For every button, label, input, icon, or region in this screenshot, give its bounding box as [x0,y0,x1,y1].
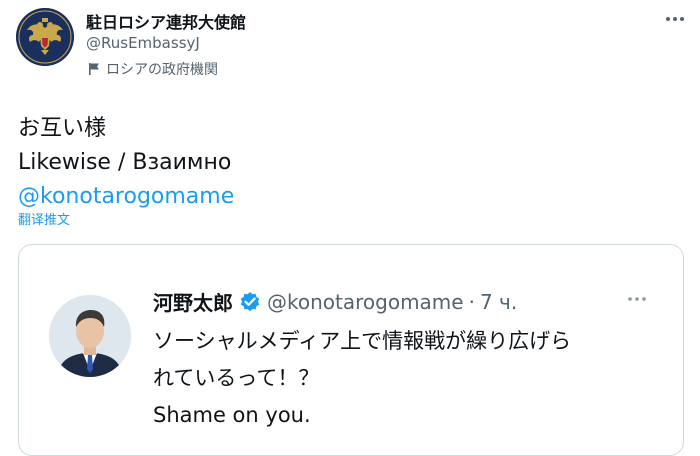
author-handle[interactable]: @RusEmbassyJ [86,34,200,52]
quoted-text-line: れているって！？ [153,366,320,390]
more-horizontal-icon [628,297,646,301]
quoted-author-handle[interactable]: @konotarogomame [267,290,464,314]
quoted-author-name[interactable]: 河野太郎 [153,287,233,316]
quoted-text-line: ソーシャルメディア上で情報戦が繰り広げら [153,329,572,353]
tweet-text: お互い様 Likewise / Взаимно @konotarogomame [18,112,234,214]
government-label: ロシアの政府機関 [88,59,218,79]
translate-tweet-link[interactable]: 翻译推文 [18,209,70,228]
more-options-button[interactable] [660,6,690,32]
mention-link[interactable]: @konotarogomame [18,184,234,209]
quoted-tweet-text: ソーシャルメディア上で情報戦が繰り広げら れているって！？ Shame on y… [153,323,571,434]
double-headed-eagle-emblem-icon [16,8,74,66]
quoted-tweet-time[interactable]: 7 ч. [480,290,517,314]
tweet-text-line: お互い様 [18,116,107,141]
tweet-text-line: Likewise / Взаимно [18,150,232,175]
quoted-text-line: Shame on you. [153,403,311,427]
verified-badge-icon [239,291,261,313]
separator-dot: · [468,289,475,314]
more-horizontal-icon [666,17,684,21]
person-portrait-icon [49,295,131,377]
author-name[interactable]: 駐日ロシア連邦大使館 [86,9,246,33]
quoted-more-options-button[interactable] [623,289,651,309]
government-flag-icon [89,63,99,75]
quoted-author-avatar[interactable] [49,295,131,377]
embassy-avatar[interactable] [16,8,74,66]
government-label-text: ロシアの政府機関 [106,62,218,78]
quoted-tweet-header: 河野太郎 @konotarogomame · 7 ч. [153,287,517,316]
quoted-tweet-card[interactable]: 河野太郎 @konotarogomame · 7 ч. ソーシャルメディア上で情… [18,244,684,456]
